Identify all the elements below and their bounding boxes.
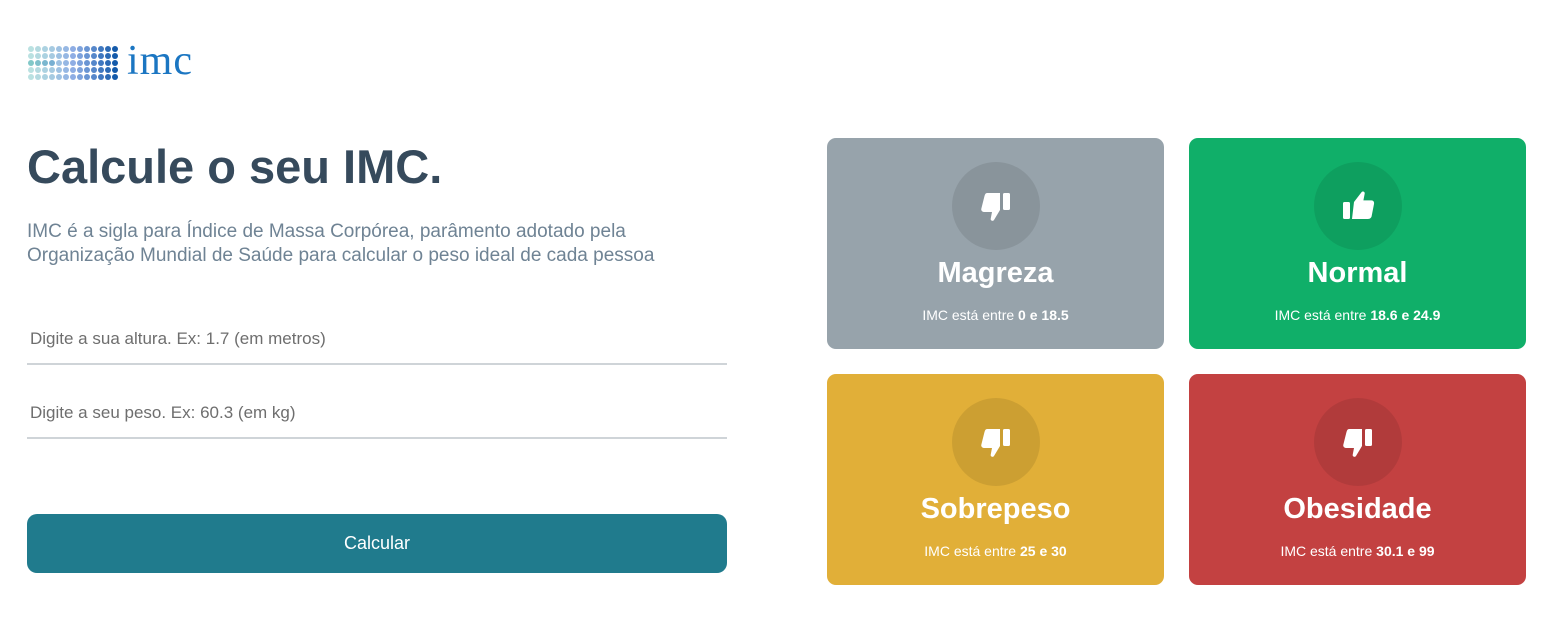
thumbs-down-icon	[951, 162, 1040, 250]
card-title: Sobrepeso	[920, 493, 1071, 525]
peso-input[interactable]	[27, 389, 727, 439]
card-sobrepeso: Sobrepeso IMC está entre 25 e 30	[827, 374, 1164, 585]
logo[interactable]: imc	[28, 40, 193, 82]
card-range: IMC está entre 0 e 18.5	[922, 307, 1069, 323]
card-range: IMC está entre 30.1 e 99	[1280, 543, 1435, 559]
card-title: Normal	[1307, 257, 1408, 289]
card-title: Obesidade	[1283, 493, 1432, 525]
card-range: IMC está entre 25 e 30	[924, 543, 1067, 559]
card-obesidade: Obesidade IMC está entre 30.1 e 99	[1189, 374, 1526, 585]
thumbs-down-icon	[1313, 398, 1402, 486]
card-magreza: Magreza IMC está entre 0 e 18.5	[827, 138, 1164, 349]
altura-input[interactable]	[27, 315, 727, 365]
intro-section: Calcule o seu IMC. IMC é a sigla para Ín…	[27, 140, 727, 268]
card-title: Magreza	[937, 257, 1054, 289]
thumbs-up-icon	[1313, 162, 1402, 250]
card-normal: Normal IMC está entre 18.6 e 24.9	[1189, 138, 1526, 349]
card-range: IMC está entre 18.6 e 24.9	[1274, 307, 1441, 323]
dot-grid-logo-icon	[28, 46, 119, 82]
page-description: IMC é a sigla para Índice de Massa Corpó…	[27, 221, 655, 266]
calcular-button[interactable]: Calcular	[27, 514, 727, 573]
page-title: Calcule o seu IMC.	[27, 140, 443, 193]
thumbs-down-icon	[951, 398, 1040, 486]
logo-text: imc	[127, 38, 193, 84]
